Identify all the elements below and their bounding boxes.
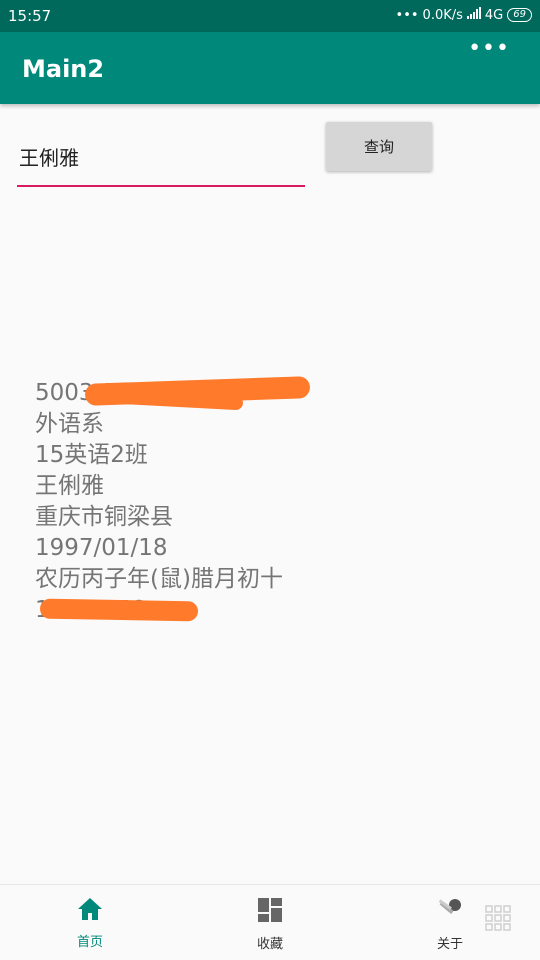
redaction-mark — [39, 598, 199, 622]
dashboard-icon — [230, 897, 310, 927]
class-name: 15英语2班 — [35, 442, 148, 468]
birth-date: 1997/01/18 — [35, 535, 168, 561]
home-icon — [50, 897, 130, 925]
department: 外语系 — [35, 411, 104, 437]
more-dots-icon[interactable]: ••• — [468, 36, 510, 61]
network-type: 4G — [484, 7, 504, 23]
result-panel: 5003 1384 外语系 15英语2班 王俐雅 重庆市铜梁县 1997/01/… — [35, 378, 283, 626]
nav-favorites-label: 收藏 — [256, 937, 283, 952]
query-button[interactable]: 查询 — [326, 122, 432, 171]
app-title: Main2 — [22, 55, 105, 83]
student-name: 王俐雅 — [35, 473, 104, 499]
search-input[interactable] — [17, 143, 306, 169]
nav-home[interactable]: 首页 — [50, 897, 130, 950]
notification-dots-icon: ••• — [395, 7, 419, 23]
status-time: 15:57 — [8, 7, 52, 25]
network-speed: 0.0K/s — [422, 7, 463, 23]
nav-about[interactable]: 关于 — [410, 897, 490, 952]
hometown: 重庆市铜梁县 — [35, 504, 173, 530]
nav-home-label: 首页 — [76, 935, 103, 950]
battery-icon: 69 — [507, 8, 532, 22]
search-field-container — [17, 130, 306, 187]
bottom-navigation: 首页 收藏 关于 — [0, 884, 540, 960]
status-bar: 15:57 ••• 0.0K/s 4G 69 — [0, 0, 540, 32]
status-indicators: ••• 0.0K/s 4G 69 — [396, 7, 532, 23]
lunar-birth: 农历丙子年(鼠)腊月初十 — [35, 566, 283, 592]
app-bar: Main2 ••• — [0, 32, 540, 104]
nav-about-label: 关于 — [436, 937, 463, 952]
nav-favorites[interactable]: 收藏 — [230, 897, 310, 952]
key-icon — [410, 897, 490, 927]
signal-icon — [466, 7, 481, 23]
grid-icon[interactable] — [485, 905, 511, 935]
